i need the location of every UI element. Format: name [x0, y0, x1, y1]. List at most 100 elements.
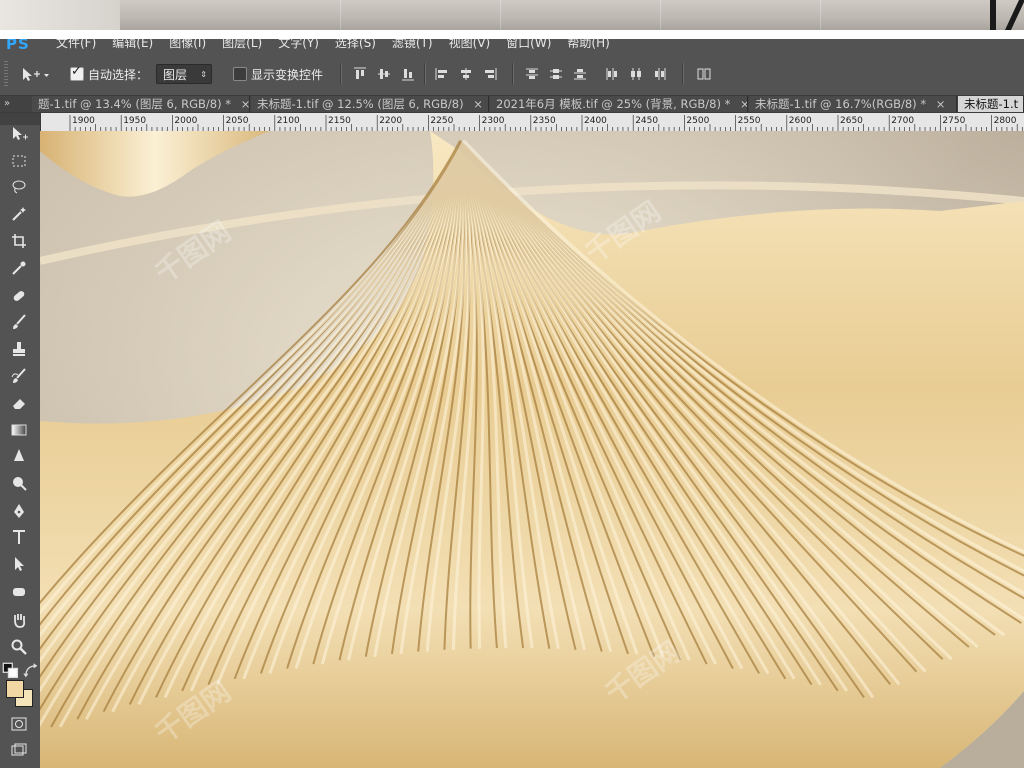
- auto-select-dropdown[interactable]: 图层 ⇕: [156, 64, 212, 84]
- move-tool-icon[interactable]: [8, 123, 30, 145]
- shape-icon[interactable]: [8, 581, 30, 603]
- align-top-icon[interactable]: [352, 66, 368, 82]
- close-icon[interactable]: ×: [936, 97, 946, 111]
- distribute-left-icon[interactable]: [604, 66, 620, 82]
- ruler-label: 2450: [635, 116, 658, 126]
- pen-icon[interactable]: [8, 500, 30, 522]
- marquee-icon[interactable]: [8, 150, 30, 172]
- separator: [682, 63, 684, 85]
- swap-colors-icon[interactable]: [22, 660, 38, 678]
- blur-icon[interactable]: [8, 445, 30, 467]
- ruler-label: 2300: [482, 116, 505, 126]
- background-photo-strip: [0, 0, 1024, 30]
- floor-tile: [180, 0, 341, 30]
- menu-edit[interactable]: 编辑(E): [104, 39, 161, 51]
- divider: [0, 30, 1024, 39]
- close-icon[interactable]: ×: [241, 97, 249, 111]
- horizontal-ruler[interactable]: 1900 1950 2000 2050 2100 2150 2200 2250 2300 2350…: [40, 113, 1024, 132]
- align-bottom-icon[interactable]: [400, 66, 416, 82]
- ruler-label: 2000: [174, 116, 197, 126]
- options-grip-icon[interactable]: [4, 61, 8, 87]
- close-icon[interactable]: ×: [473, 97, 483, 111]
- lasso-icon[interactable]: [8, 176, 30, 198]
- brush-icon[interactable]: [8, 311, 30, 333]
- tab-label: 未标题-1.t: [964, 97, 1019, 111]
- hand-icon[interactable]: [8, 609, 30, 631]
- eraser-icon[interactable]: [8, 392, 30, 414]
- align-right-icon[interactable]: [482, 66, 498, 82]
- menu-filter[interactable]: 滤镜(T): [384, 39, 441, 51]
- quick-mask-icon[interactable]: [8, 713, 30, 735]
- clone-stamp-icon[interactable]: [8, 338, 30, 360]
- floor-tile: [500, 0, 661, 30]
- document-tab-active[interactable]: 未标题-1.t: [958, 96, 1024, 112]
- furniture-leg: [1005, 0, 1024, 30]
- collapse-panel-icon[interactable]: »: [4, 96, 32, 112]
- ruler-label: 1900: [72, 116, 95, 126]
- crop-icon[interactable]: [8, 230, 30, 252]
- ruler-label: 2100: [277, 116, 300, 126]
- ruler-label: 2550: [738, 116, 761, 126]
- ruler-label: 2200: [379, 116, 402, 126]
- dodge-icon[interactable]: [8, 472, 30, 494]
- magic-wand-icon[interactable]: [8, 203, 30, 225]
- ruler-label: 1950: [123, 116, 146, 126]
- menu-image[interactable]: 图像(I): [161, 39, 214, 51]
- separator: [424, 63, 426, 85]
- auto-select-value: 图层: [163, 68, 188, 82]
- gradient-icon[interactable]: [8, 419, 30, 441]
- ruler-label: 2250: [430, 116, 453, 126]
- tab-label: 2021年6月 模板.tif @ 25% (背景, RGB/8) *: [496, 97, 731, 111]
- distribute-right-icon[interactable]: [652, 66, 668, 82]
- close-icon[interactable]: ×: [740, 97, 747, 111]
- move-tool-preset-icon[interactable]: [20, 66, 49, 84]
- options-bar: 自动选择： 图层 ⇕ 显示变换控件: [0, 53, 1024, 96]
- auto-align-layers-icon[interactable]: [696, 66, 712, 82]
- floor-tile: [660, 0, 821, 30]
- document-tab[interactable]: 未标题-1.tif @ 16.7%(RGB/8) * ×: [749, 96, 957, 112]
- auto-select-checkbox[interactable]: [70, 64, 84, 81]
- path-selection-icon[interactable]: [8, 553, 30, 575]
- tab-label: 未标题-1.tif @ 16.7%(RGB/8) *: [755, 97, 927, 111]
- menu-file[interactable]: 文件(F): [48, 39, 104, 51]
- menu-list: 文件(F) 编辑(E) 图像(I) 图层(L) 文字(Y) 选择(S) 滤镜(T…: [48, 39, 618, 51]
- separator: [340, 63, 342, 85]
- tools-panel: [0, 113, 41, 768]
- zoom-icon[interactable]: [8, 636, 30, 658]
- menu-bar: PS 文件(F) 编辑(E) 图像(I) 图层(L) 文字(Y) 选择(S) 滤…: [0, 39, 1024, 53]
- tab-label: 未标题-1.tif @ 12.5% (图层 6, RGB/8): [257, 97, 464, 111]
- eyedropper-icon[interactable]: [8, 257, 30, 279]
- menu-type[interactable]: 文字(Y): [270, 39, 327, 51]
- type-icon[interactable]: [8, 526, 30, 548]
- align-left-icon[interactable]: [434, 66, 450, 82]
- document-tab[interactable]: 未标题-1.tif @ 12.5% (图层 6, RGB/8) ×: [251, 96, 489, 112]
- distribute-hcenter-icon[interactable]: [628, 66, 644, 82]
- menu-view[interactable]: 视图(V): [441, 39, 499, 51]
- chevron-updown-icon: ⇕: [200, 70, 207, 79]
- align-vcenter-icon[interactable]: [376, 66, 392, 82]
- distribute-vcenter-icon[interactable]: [548, 66, 564, 82]
- document-tab[interactable]: 题-1.tif @ 13.4% (图层 6, RGB/8) * ×: [32, 96, 250, 112]
- document-tab[interactable]: 2021年6月 模板.tif @ 25% (背景, RGB/8) * ×: [490, 96, 748, 112]
- ruler-label: 2750: [942, 116, 965, 126]
- document-canvas[interactable]: 千图网 千图网 千图网 千图网: [40, 131, 1024, 768]
- menu-layer[interactable]: 图层(L): [214, 39, 270, 51]
- default-colors-icon[interactable]: [2, 660, 19, 679]
- ginkgo-artwork: [40, 131, 1024, 768]
- healing-brush-icon[interactable]: [8, 285, 30, 307]
- history-brush-icon[interactable]: [8, 365, 30, 387]
- screen-mode-icon[interactable]: [8, 739, 30, 761]
- foreground-color-swatch[interactable]: [6, 680, 24, 698]
- separator: [512, 63, 514, 85]
- ruler-label: 2600: [789, 116, 812, 126]
- ruler-label: 2350: [533, 116, 556, 126]
- distribute-bottom-icon[interactable]: [572, 66, 588, 82]
- menu-select[interactable]: 选择(S): [327, 39, 384, 51]
- ruler-label: 2800: [994, 116, 1017, 126]
- show-transform-checkbox[interactable]: [233, 67, 247, 81]
- menu-help[interactable]: 帮助(H): [559, 39, 617, 51]
- distribute-top-icon[interactable]: [524, 66, 540, 82]
- app-logo: PS: [6, 39, 30, 53]
- align-hcenter-icon[interactable]: [458, 66, 474, 82]
- menu-window[interactable]: 窗口(W): [498, 39, 559, 51]
